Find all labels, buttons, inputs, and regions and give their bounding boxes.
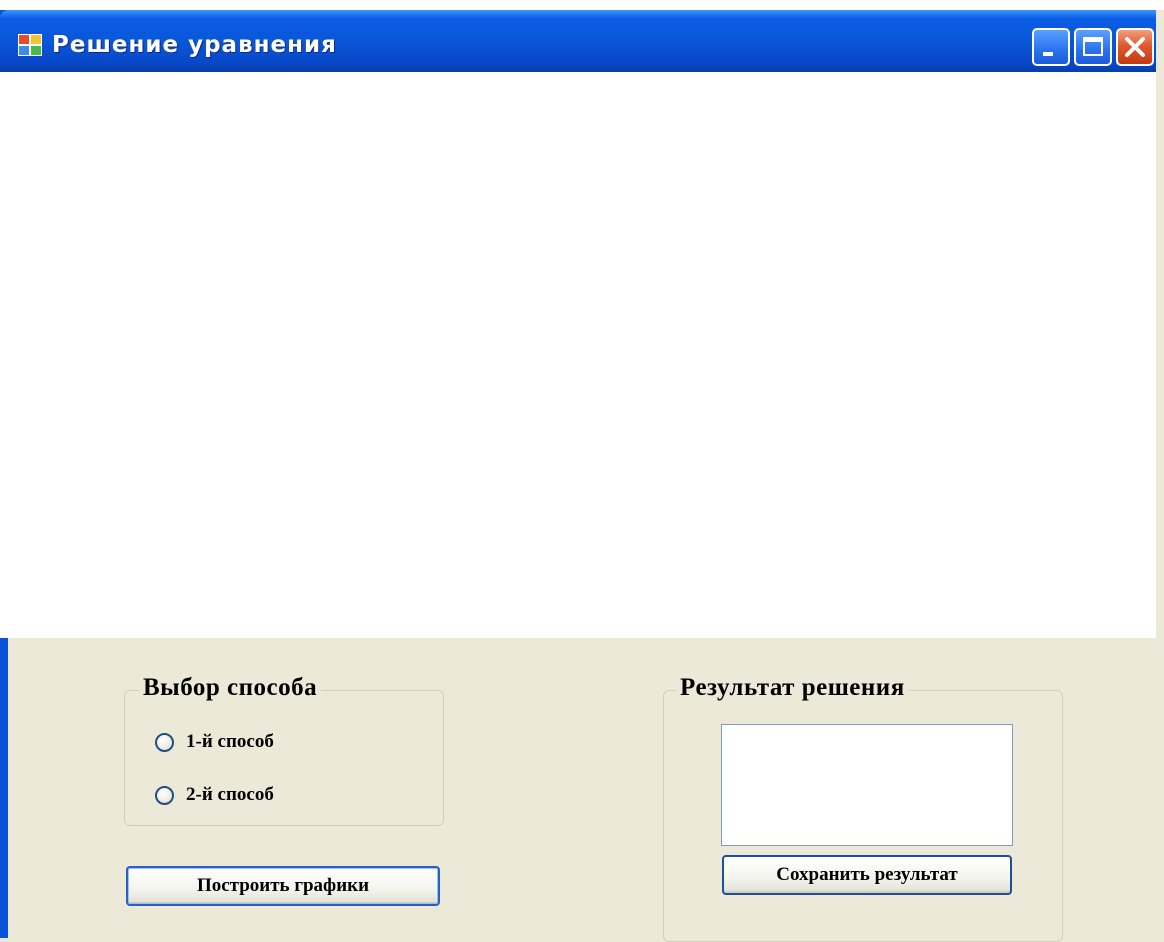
minimize-icon xyxy=(1043,52,1053,56)
window-title: Решение уравнения xyxy=(52,32,337,58)
maximize-icon xyxy=(1083,37,1103,56)
radio-button-1[interactable] xyxy=(155,732,174,752)
minimize-button[interactable] xyxy=(1032,28,1070,66)
method-option-1-label: 1-й способ xyxy=(186,731,274,752)
radio-button-2[interactable] xyxy=(155,785,174,805)
save-result-button[interactable]: Сохранить результат xyxy=(722,855,1012,895)
close-button[interactable] xyxy=(1116,28,1154,66)
result-textbox[interactable] xyxy=(721,724,1013,846)
plot-graphs-button[interactable]: Построить графики xyxy=(126,866,440,906)
title-bar[interactable]: Решение уравнения xyxy=(0,10,1156,72)
title-strip xyxy=(0,0,1164,10)
method-option-1[interactable]: 1-й способ xyxy=(155,731,274,753)
close-icon xyxy=(1125,37,1145,57)
app-window-icon[interactable] xyxy=(18,34,42,56)
maximize-button[interactable] xyxy=(1074,28,1112,66)
plot-area xyxy=(0,72,1156,638)
method-option-2-label: 2-й способ xyxy=(186,784,274,805)
result-group-legend: Результат решения xyxy=(676,674,909,702)
method-option-2[interactable]: 2-й способ xyxy=(155,784,274,806)
method-group-legend: Выбор способа xyxy=(139,674,322,702)
method-group: Выбор способа 1-й способ 2-й способ xyxy=(124,674,444,826)
